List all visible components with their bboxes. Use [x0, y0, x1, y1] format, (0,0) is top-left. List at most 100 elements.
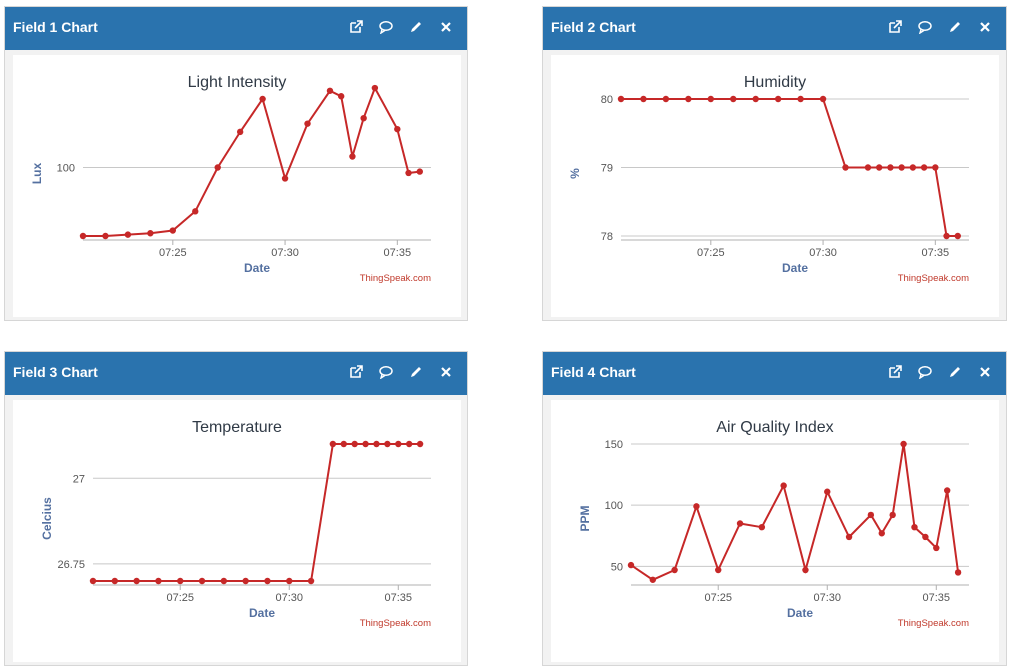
- data-point: [337, 93, 345, 100]
- chart-title: Humidity: [744, 74, 806, 91]
- y-tick-label: 150: [605, 439, 623, 451]
- data-point: [867, 511, 875, 519]
- chart-area: Temperature 26.75 27 07:25 07:30 07:35 Date Cel…: [13, 400, 461, 662]
- y-tick-label: 78: [601, 231, 613, 243]
- data-point: [730, 95, 737, 103]
- panel-toolbar: [886, 18, 994, 36]
- data-point: [281, 175, 289, 182]
- data-point: [242, 577, 249, 585]
- chart-title: Light Intensity: [188, 74, 287, 91]
- close-icon[interactable]: [976, 18, 994, 36]
- close-icon[interactable]: [437, 18, 455, 36]
- x-axis-label: Date: [249, 606, 275, 620]
- comment-icon[interactable]: [377, 363, 395, 381]
- data-point: [909, 164, 917, 171]
- data-point: [360, 114, 367, 122]
- data-point: [671, 566, 678, 574]
- data-point: [943, 232, 950, 240]
- y-tick-label: 80: [601, 94, 613, 106]
- thingspeak-credit: ThingSpeak.com: [898, 618, 969, 629]
- y-tick-label: 100: [57, 163, 75, 175]
- x-tick-label: 07:25: [704, 592, 732, 604]
- data-point: [878, 530, 885, 537]
- panel-title: Field 1 Chart: [13, 19, 98, 35]
- data-point: [304, 120, 311, 127]
- x-tick-label: 07:25: [166, 592, 194, 604]
- data-point: [329, 440, 337, 448]
- data-point: [824, 488, 831, 495]
- field-2-panel: Field 2 Chart Humidity 78 79 80 07:25 07:30 07…: [542, 6, 1007, 321]
- x-tick-label: 07:35: [923, 592, 951, 604]
- field-4-panel: Field 4 Chart Air Quality Index 50 100 150 0…: [542, 351, 1007, 666]
- data-point: [264, 577, 271, 585]
- thingspeak-credit: ThingSpeak.com: [360, 273, 431, 284]
- data-point: [133, 577, 140, 585]
- data-point: [169, 227, 177, 234]
- external-link-icon[interactable]: [347, 363, 365, 381]
- pencil-icon[interactable]: [407, 363, 425, 381]
- thingspeak-credit: ThingSpeak.com: [360, 618, 431, 629]
- data-point: [155, 577, 162, 585]
- series-line: [630, 443, 960, 581]
- data-point: [887, 164, 894, 171]
- external-link-icon[interactable]: [347, 18, 365, 36]
- data-point: [845, 533, 853, 541]
- y-tick-label: 26.75: [57, 559, 85, 571]
- data-point: [715, 566, 722, 574]
- data-point: [326, 87, 334, 94]
- data-point: [111, 577, 119, 585]
- data-point: [911, 523, 918, 531]
- chart-area: Light Intensity 100 07:25 07:30 07:35 Date Lux…: [13, 55, 461, 317]
- y-tick-label: 79: [601, 163, 613, 175]
- data-point: [627, 561, 635, 569]
- data-point: [192, 208, 199, 215]
- data-point: [286, 577, 293, 585]
- pencil-icon[interactable]: [946, 363, 964, 381]
- data-point: [416, 168, 423, 175]
- panel-header: Field 3 Chart: [5, 352, 467, 395]
- data-point: [147, 230, 154, 237]
- data-point: [707, 95, 715, 103]
- data-point: [932, 164, 939, 171]
- data-point: [394, 125, 401, 133]
- data-point: [933, 544, 940, 552]
- data-point: [214, 164, 221, 171]
- data-point: [920, 164, 928, 171]
- panel-title: Field 3 Chart: [13, 364, 98, 380]
- x-axis-label: Date: [244, 261, 270, 275]
- external-link-icon[interactable]: [886, 18, 904, 36]
- comment-icon[interactable]: [377, 18, 395, 36]
- chart-title: Temperature: [192, 419, 282, 436]
- data-point: [954, 232, 961, 240]
- humidity-chart: Humidity 78 79 80 07:25 07:30 07:35 Date% ThingS…: [568, 74, 969, 284]
- light-intensity-chart: Light Intensity 100 07:25 07:30 07:35 Date Lux…: [30, 74, 431, 284]
- x-tick-label: 07:30: [809, 247, 837, 259]
- data-point: [758, 523, 766, 531]
- data-point: [395, 440, 402, 448]
- data-point: [373, 440, 380, 448]
- pencil-icon[interactable]: [946, 18, 964, 36]
- x-tick-label: 07:35: [385, 592, 413, 604]
- x-axis-label: Date: [782, 261, 808, 275]
- external-link-icon[interactable]: [886, 363, 904, 381]
- close-icon[interactable]: [437, 363, 455, 381]
- comment-icon[interactable]: [916, 363, 934, 381]
- x-tick-label: 07:30: [271, 247, 299, 259]
- comment-icon[interactable]: [916, 18, 934, 36]
- data-point: [220, 577, 228, 585]
- data-point: [900, 440, 907, 448]
- data-point: [416, 440, 424, 448]
- pencil-icon[interactable]: [407, 18, 425, 36]
- y-tick-label: 100: [605, 500, 623, 512]
- x-tick-label: 07:30: [813, 592, 841, 604]
- data-point: [640, 95, 647, 103]
- data-point: [102, 232, 109, 240]
- data-point: [340, 440, 347, 448]
- close-icon[interactable]: [976, 363, 994, 381]
- panel-header: Field 2 Chart: [543, 7, 1006, 50]
- field-1-panel: Field 1 Chart Light Intensity 100 07:25 07:…: [4, 6, 468, 321]
- data-point: [177, 577, 184, 585]
- data-point: [802, 566, 809, 574]
- data-point: [79, 232, 87, 240]
- chart-area: Humidity 78 79 80 07:25 07:30 07:35 Date% ThingS…: [551, 55, 999, 317]
